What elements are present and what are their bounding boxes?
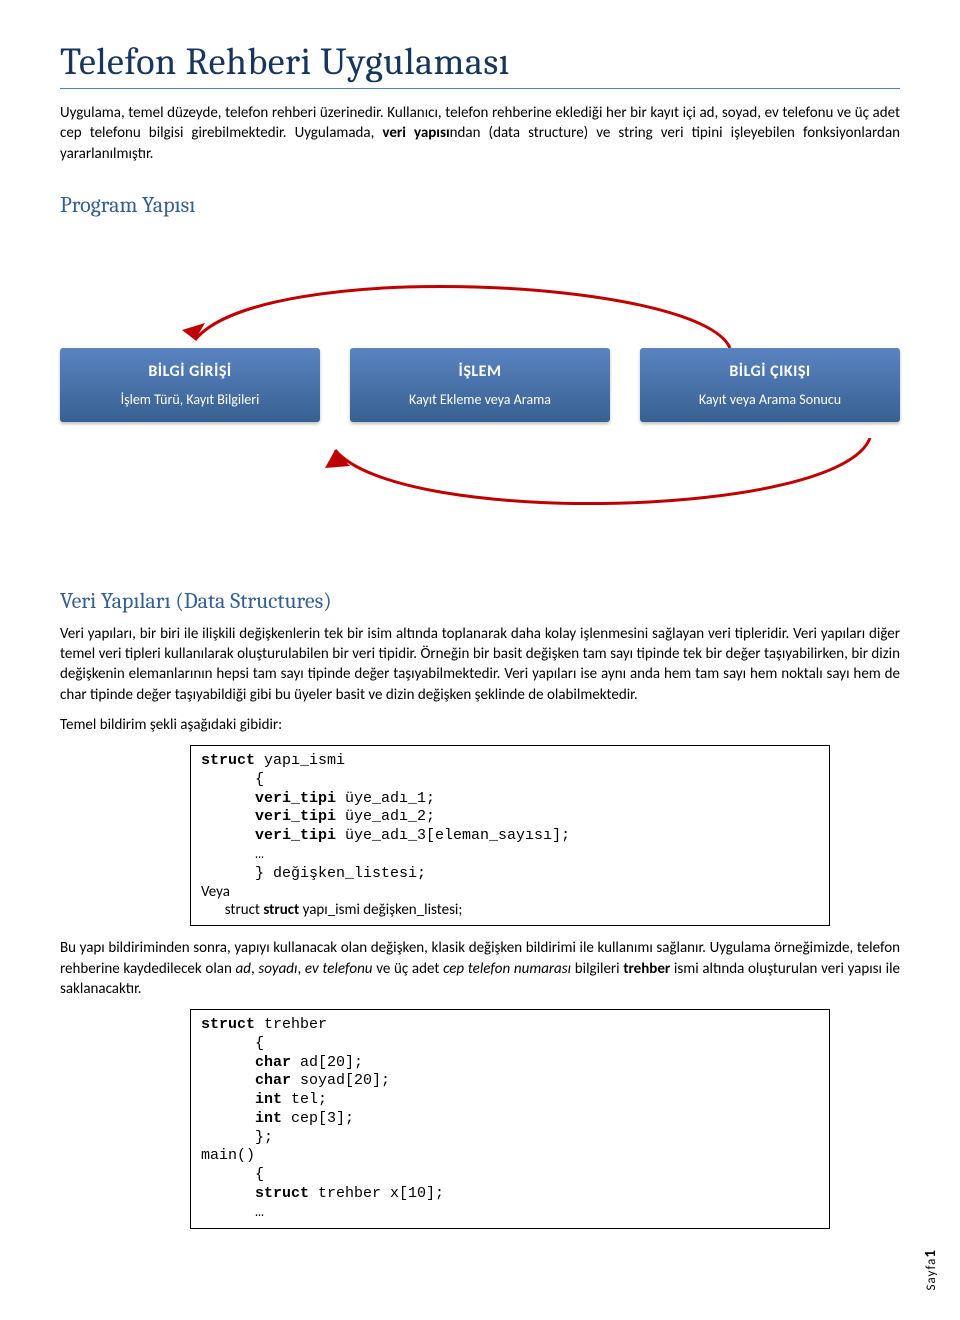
c2-l6b: cep[3]; [291,1110,354,1127]
c1-l4b: üye_adı_2; [345,808,435,825]
c2-l10a: struct [201,1185,318,1202]
arrow-output-to-islem [320,438,890,528]
intro-paragraph: Uygulama, temel düzeyde, telefon rehberi… [60,103,900,164]
c2-l5b: tel; [291,1091,327,1108]
c2-l3b: ad[20]; [300,1054,363,1071]
program-flow-diagram: BİLGİ GİRİŞİ İşlem Türü, Kayıt Bilgileri… [60,258,900,548]
kw-struct: struct [201,752,255,769]
box3-title: BİLGİ ÇIKIŞI [650,362,890,381]
page-number: Sayfa1 [922,1249,940,1290]
c1-alt-pre: struct [201,901,263,919]
c1-l2: { [201,771,819,790]
c2-l3a: char [201,1054,300,1071]
box2-sub: Kayıt Ekleme veya Arama [360,391,600,408]
em-ad: ad [236,960,251,978]
c1-alt-tail: yapı_ismi değişken_listesi; [303,901,463,919]
box3-sub: Kayıt veya Arama Sonucu [650,391,890,408]
c1-l7: } değişken_listesi; [201,865,819,884]
box1-sub: İşlem Türü, Kayıt Bilgileri [70,391,310,408]
after1-m3: bilgileri [571,960,623,978]
vy-paragraph: Veri yapıları, bir biri ile ilişkili değ… [60,624,900,705]
c1-yapi-ismi: yapı_ismi [264,752,345,769]
diagram-row: BİLGİ GİRİŞİ İşlem Türü, Kayıt Bilgileri… [60,348,900,422]
box-bilgi-cikisi: BİLGİ ÇIKIŞI Kayıt veya Arama Sonucu [640,348,900,422]
c1-l4a: veri_tipi [201,808,345,825]
c2-l2: { [201,1035,819,1054]
c1-l3b: üye_adı_1; [345,790,435,807]
c1-l5b: üye_adı_3[eleman_sayısı]; [345,827,570,844]
c2-l11: … [201,1204,819,1223]
em-soyadi: soyadı [258,960,297,978]
c2-l7: }; [201,1129,819,1148]
c1-veya: Veya [201,883,819,901]
c2-l4b: soyad[20]; [300,1072,390,1089]
after-code1-paragraph: Bu yapı bildiriminden sonra, yapıyı kull… [60,938,900,999]
code-struct-trehber: struct trehber { char ad[20]; char soyad… [190,1009,830,1229]
c2-l1b: trehber [264,1016,327,1033]
title-rule [60,88,900,89]
c2-l9: { [201,1166,819,1185]
c2-l5a: int [201,1091,291,1108]
c2-l6a: int [201,1110,291,1127]
temel-bildirim-label: Temel bildirim şekli aşağıdaki gibidir: [60,715,900,735]
c2-l4a: char [201,1072,300,1089]
page-label: Sayfa [924,1257,939,1290]
c1-alt-struct: struct [263,901,299,919]
page-title: Telefon Rehberi Uygulaması [60,40,900,84]
c1-l6: … [201,846,819,865]
code-struct-declaration: struct yapı_ismi { veri_tipi üye_adı_1; … [190,745,830,926]
box1-title: BİLGİ GİRİŞİ [70,362,310,381]
section-veri-yapilari: Veri Yapıları (Data Structures) [60,588,900,614]
bold-trehber: trehber [623,960,670,978]
c2-l1a: struct [201,1016,264,1033]
after1-m2: ve üç adet [373,960,444,978]
box-islem: İŞLEM Kayıt Ekleme veya Arama [350,348,610,422]
box2-title: İŞLEM [360,362,600,381]
box-bilgi-girisi: BİLGİ GİRİŞİ İşlem Türü, Kayıt Bilgileri [60,348,320,422]
c2-l8: main() [201,1147,819,1166]
section-program-yapisi: Program Yapısı [60,192,900,218]
em-evtel: ev telefonu [305,960,373,978]
em-ceptel: cep telefon numarası [443,960,571,978]
page-num: 1 [922,1249,940,1258]
arrow-output-to-input [180,268,740,348]
c1-l3a: veri_tipi [201,790,345,807]
intro-bold: veri yapısı [382,124,449,142]
c2-l10b: trehber x[10]; [318,1185,444,1202]
after1-m1b: , [297,960,304,978]
c1-l5a: veri_tipi [201,827,345,844]
